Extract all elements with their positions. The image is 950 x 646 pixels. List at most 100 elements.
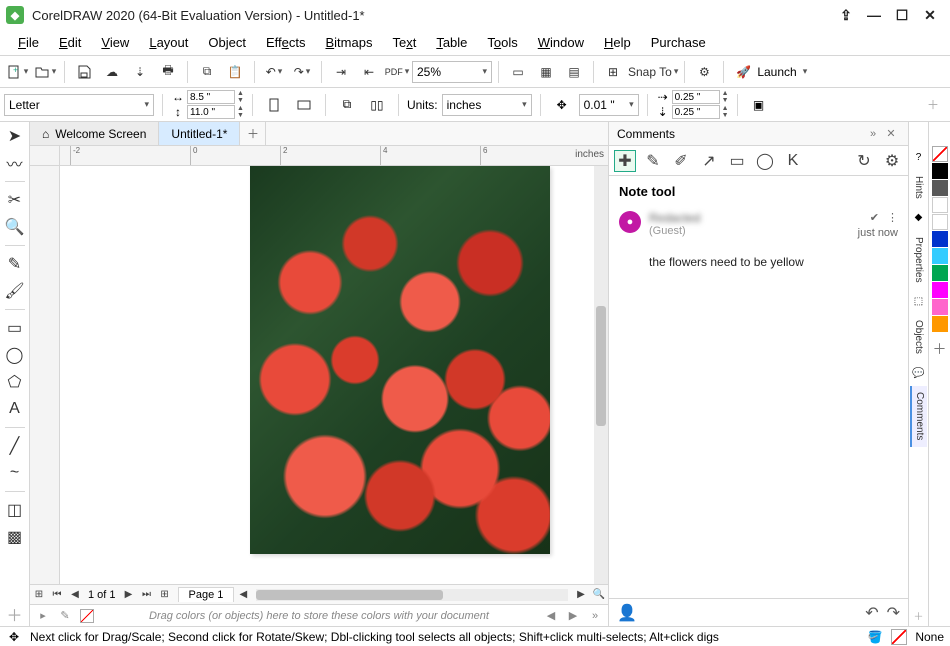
menu-bitmaps[interactable]: Bitmaps [315, 31, 382, 54]
note-tool-button[interactable]: ✚ [615, 151, 635, 171]
resolve-icon[interactable]: ✔ [870, 211, 879, 224]
units-combo[interactable]: inches [442, 94, 532, 116]
vertical-scrollbar[interactable] [594, 166, 608, 584]
refresh-comments-button[interactable]: ↻ [854, 151, 874, 171]
menu-object[interactable]: Object [198, 31, 256, 54]
tab-new[interactable]: ＋ [240, 122, 266, 145]
swatch-white[interactable] [932, 197, 948, 213]
tab-untitled1[interactable]: Untitled-1* [159, 122, 240, 145]
menu-tools[interactable]: Tools [477, 31, 527, 54]
crop-tool[interactable]: ✂ [3, 188, 27, 212]
no-fill-swatch[interactable] [80, 609, 94, 623]
zoom-combo[interactable]: 25% [412, 61, 492, 83]
current-page-icon[interactable]: ▯▯ [364, 92, 390, 118]
polygon-tool[interactable]: ⬠ [3, 370, 27, 394]
first-page-button[interactable]: ⏮ [48, 586, 66, 604]
dock-plus[interactable]: ＋ [911, 607, 927, 623]
parallel-dim-tool[interactable]: ╱ [3, 434, 27, 458]
share-icon[interactable]: ⇪ [832, 4, 860, 26]
properties-icon[interactable]: ◆ [911, 210, 927, 226]
swatch-cyan[interactable] [932, 248, 948, 264]
pick-tool[interactable]: ➤ [3, 124, 27, 148]
dock-properties[interactable]: Properties [911, 231, 926, 289]
options-button[interactable]: ⚙ [691, 59, 717, 85]
page-preset-combo[interactable]: Letter [4, 94, 154, 116]
menu-text[interactable]: Text [382, 31, 426, 54]
minimize-button[interactable]: — [860, 4, 888, 26]
undo-button[interactable]: ↶ [261, 59, 287, 85]
highlight-annot-button[interactable]: ✐ [671, 151, 691, 171]
last-page-button[interactable]: ⏭ [138, 586, 156, 604]
palette-menu-button[interactable]: ▸ [36, 609, 50, 622]
menu-layout[interactable]: Layout [139, 31, 198, 54]
palette-scroll-right[interactable]: ▶ [566, 609, 580, 622]
tab-welcome[interactable]: ⌂Welcome Screen [30, 122, 159, 145]
panel-collapse-icon[interactable]: » [864, 128, 882, 140]
copy-button[interactable]: ⧉ [194, 59, 220, 85]
palette-eyedropper[interactable]: ✎ [58, 609, 72, 622]
paste-button[interactable]: 📋 [222, 59, 248, 85]
prev-page-button[interactable]: ◀ [66, 586, 84, 604]
freehand-tool[interactable]: ✎ [3, 252, 27, 276]
ruler-horizontal[interactable]: -2 0 2 4 6 inches [60, 146, 608, 166]
hscroll-left[interactable]: ◀ [234, 586, 252, 604]
palette-expand[interactable]: » [588, 610, 602, 622]
redo-comment-icon[interactable]: ↷ [887, 603, 900, 623]
ellipse-annot-button[interactable]: ◯ [755, 151, 775, 171]
page1-tab[interactable]: Page 1 [178, 587, 235, 602]
close-button[interactable]: ✕ [916, 4, 944, 26]
export-button[interactable]: ⇤ [356, 59, 382, 85]
import-button[interactable]: ⇥ [328, 59, 354, 85]
menu-file[interactable]: File [8, 31, 49, 54]
swatch-gray[interactable] [932, 180, 948, 196]
hscroll-right[interactable]: ▶ [572, 586, 590, 604]
menu-help[interactable]: Help [594, 31, 641, 54]
rectangle-tool[interactable]: ▭ [3, 316, 27, 340]
navigator-icon[interactable]: 🔍 [590, 586, 608, 604]
comments-icon[interactable]: 💬 [911, 365, 927, 381]
canvas[interactable] [60, 166, 608, 584]
landscape-button[interactable] [291, 92, 317, 118]
dup-x-input[interactable] [672, 90, 720, 104]
artistic-tool[interactable]: 🖌 [3, 279, 27, 303]
open-button[interactable] [32, 59, 58, 85]
page-width-input[interactable] [187, 90, 235, 104]
comment-menu-icon[interactable]: ⋮ [887, 211, 898, 224]
duplicate-offset[interactable]: ⇢▲▼ ⇣▲▼ [656, 90, 729, 119]
swatch-magenta[interactable] [932, 282, 948, 298]
undo-comment-icon[interactable]: ↶ [865, 603, 878, 623]
menu-view[interactable]: View [91, 31, 139, 54]
swatch-black[interactable] [932, 163, 948, 179]
swatch-blue[interactable] [932, 231, 948, 247]
palette-scroll-left[interactable]: ◀ [544, 609, 558, 622]
no-color-swatch[interactable] [932, 146, 948, 162]
dup-y-input[interactable] [672, 105, 720, 119]
text-tool[interactable]: A [3, 397, 27, 421]
menu-effects[interactable]: Effects [256, 31, 316, 54]
portrait-button[interactable] [261, 92, 287, 118]
help-icon[interactable]: ? [911, 149, 927, 165]
menu-table[interactable]: Table [426, 31, 477, 54]
ellipse-tool[interactable]: ◯ [3, 343, 27, 367]
dock-objects[interactable]: Objects [911, 314, 926, 360]
page-height-input[interactable] [187, 105, 235, 119]
all-pages-icon[interactable]: ⧉ [334, 92, 360, 118]
panel-close-icon[interactable]: ✕ [882, 127, 900, 140]
rulers-button[interactable]: ▦ [533, 59, 559, 85]
maximize-button[interactable]: ☐ [888, 4, 916, 26]
menu-window[interactable]: Window [528, 31, 594, 54]
fullscreen-button[interactable]: ▭ [505, 59, 531, 85]
add-page-after-button[interactable]: ⊞ [156, 586, 174, 604]
cloud-up-button[interactable]: ☁ [99, 59, 125, 85]
ruler-vertical[interactable] [30, 166, 60, 584]
new-doc-button[interactable]: + [4, 59, 30, 85]
menu-edit[interactable]: Edit [49, 31, 91, 54]
save-button[interactable] [71, 59, 97, 85]
comments-options-button[interactable]: ⚙ [882, 151, 902, 171]
zoom-tool[interactable]: 🔍 [3, 215, 27, 239]
menu-purchase[interactable]: Purchase [641, 31, 716, 54]
snap-to-button[interactable]: Snap To [628, 59, 678, 85]
rect-annot-button[interactable]: ▭ [727, 151, 747, 171]
dock-hints[interactable]: Hints [911, 170, 926, 205]
line-annot-button[interactable]: K [783, 151, 803, 171]
